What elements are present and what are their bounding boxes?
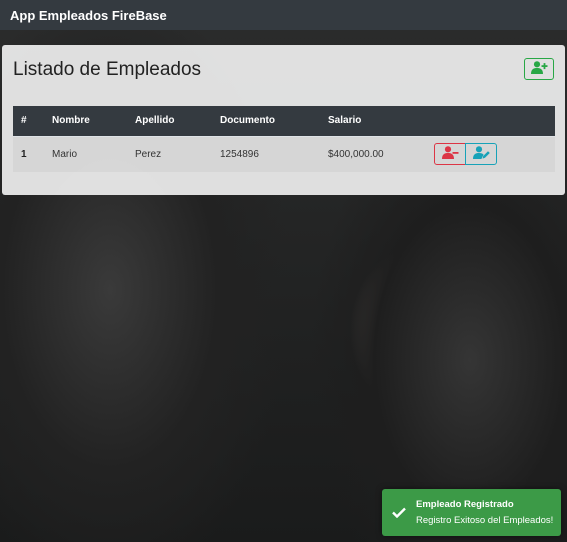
user-edit-icon [472, 146, 490, 162]
cell-documento: 1254896 [220, 148, 259, 160]
edit-employee-button[interactable] [465, 143, 497, 166]
success-toast[interactable]: Empleado Registrado Registro Exitoso del… [382, 489, 561, 536]
user-minus-icon [441, 146, 459, 162]
add-employee-button[interactable] [524, 58, 554, 80]
col-header-nombre: Nombre [52, 115, 90, 127]
navbar: App Empleados FireBase [0, 0, 567, 30]
col-header-actions [426, 106, 555, 136]
cell-apellido: Perez [135, 148, 162, 160]
cell-salario: $400,000.00 [328, 148, 384, 160]
cell-actions [426, 136, 555, 172]
employees-card: Listado de Empleados # Nombre Apellido D… [2, 45, 565, 195]
page-title: Listado de Empleados [13, 59, 202, 80]
table-row: 1 Mario Perez 1254896 $400,000.00 [13, 136, 555, 172]
check-icon [392, 507, 406, 518]
row-actions [434, 143, 555, 166]
col-header-index: # [21, 115, 27, 127]
delete-employee-button[interactable] [434, 143, 466, 166]
cell-nombre: Mario [52, 148, 78, 160]
user-plus-icon [530, 61, 548, 77]
col-header-apellido: Apellido [135, 115, 175, 127]
table-header-row: # Nombre Apellido Documento Salario [13, 106, 555, 136]
toast-message: Registro Exitoso del Empleados! [416, 515, 554, 526]
employees-table: # Nombre Apellido Documento Salario 1 Ma… [13, 106, 555, 172]
toast-text: Empleado Registrado Registro Exitoso del… [416, 499, 553, 526]
cell-index: 1 [21, 148, 27, 160]
navbar-brand[interactable]: App Empleados FireBase [10, 8, 167, 23]
col-header-salario: Salario [328, 115, 362, 127]
col-header-documento: Documento [220, 115, 275, 127]
toast-title: Empleado Registrado [416, 499, 514, 510]
